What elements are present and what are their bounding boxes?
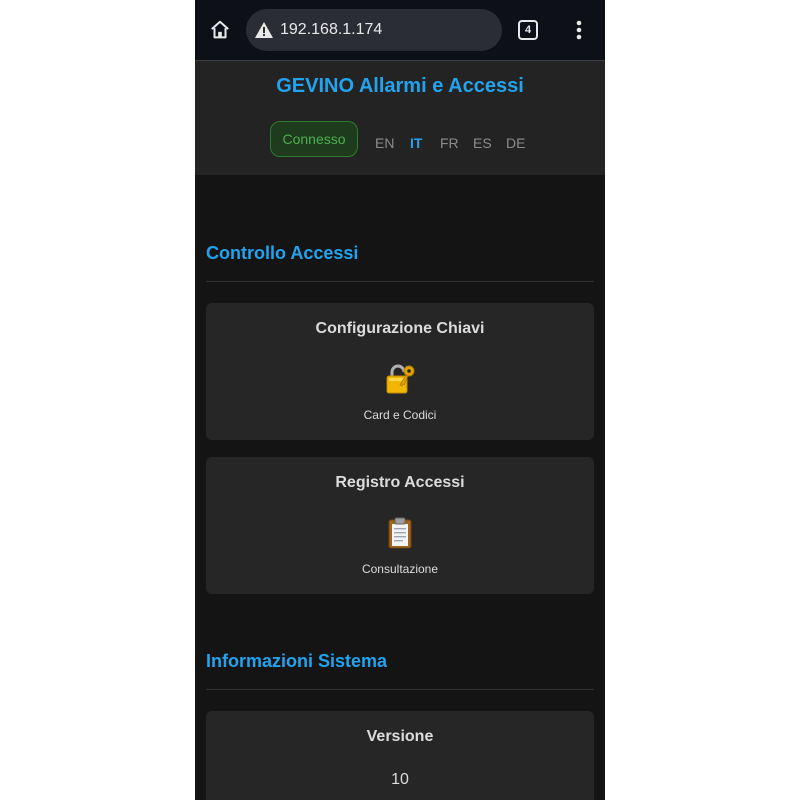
section-title-access-control: Controllo Accessi — [206, 243, 359, 263]
card-title: Configurazione Chiavi — [315, 320, 485, 337]
version-card: Versione 10 — [206, 711, 594, 800]
page-title: GEVINO Allarmi e Accessi — [276, 75, 524, 97]
page-header: GEVINO Allarmi e Accessi Connesso EN IT … — [195, 61, 605, 175]
access-log-card[interactable]: Registro Accessi Consultazione — [206, 457, 594, 594]
address-bar[interactable]: 192.168.1.174 — [246, 9, 502, 51]
tabs-icon[interactable]: 4 — [518, 20, 538, 40]
card-subtitle: Consultazione — [361, 562, 439, 576]
warning-icon[interactable] — [254, 20, 274, 40]
lang-fr[interactable]: FR — [440, 135, 459, 151]
more-vert-icon[interactable] — [569, 18, 589, 42]
card-title: Registro Accessi — [335, 474, 465, 491]
url-text[interactable]: 192.168.1.174 — [280, 21, 382, 39]
lock-with-key-icon — [384, 363, 416, 395]
key-config-card[interactable]: Configurazione Chiavi Card e Codici — [206, 303, 594, 440]
section-divider — [206, 689, 594, 690]
card-title: Versione — [366, 728, 434, 745]
lang-de[interactable]: DE — [506, 135, 525, 151]
clipboard-icon — [384, 517, 416, 549]
phone-screen: 192.168.1.174 4 GEVINO Allarmi e Accessi… — [195, 0, 605, 800]
connection-status-badge: Connesso — [270, 121, 358, 157]
lang-es[interactable]: ES — [473, 135, 492, 151]
card-subtitle: Card e Codici — [363, 408, 437, 422]
browser-toolbar: 192.168.1.174 4 — [195, 0, 605, 61]
home-icon[interactable] — [207, 17, 233, 43]
section-divider — [206, 281, 594, 282]
section-title-system-info: Informazioni Sistema — [206, 651, 388, 671]
lang-en[interactable]: EN — [375, 135, 394, 151]
version-value: 10 — [391, 771, 409, 788]
lang-it[interactable]: IT — [410, 135, 422, 151]
